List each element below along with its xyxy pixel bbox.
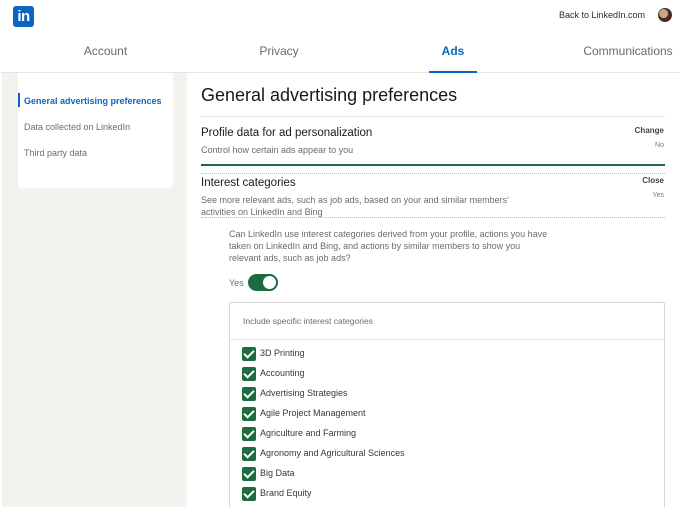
category-label: Big Data [260,468,295,478]
category-label: 3D Printing [260,348,305,358]
category-label: Advertising Strategies [260,388,348,398]
focus-outline-top [201,173,665,174]
profile-data-state: No [655,142,664,149]
tab-communications[interactable]: Communications [578,32,678,73]
left-edge-strip [0,73,2,507]
category-label: Accounting [260,368,305,378]
change-button[interactable]: Change [635,126,664,135]
sidebar-item-data-collected[interactable]: Data collected on LinkedIn [18,117,173,137]
linkedin-logo-icon[interactable]: in [13,6,34,27]
toggle-label: Yes [229,278,244,288]
category-label: Agile Project Management [260,408,366,418]
interest-categories-toggle[interactable] [248,274,278,291]
category-label: Brand Equity [260,488,312,498]
main-panel: General advertising preferences Profile … [187,73,680,507]
checkmark-icon[interactable] [242,427,256,441]
checkmark-icon[interactable] [242,367,256,381]
settings-tab-bar: Account Privacy Ads Communications [0,32,680,73]
checkmark-icon[interactable] [242,387,256,401]
interest-categories-question: Can LinkedIn use interest categories der… [229,229,548,263]
interest-categories-list: Include specific interest categories 3D … [229,302,665,507]
toggle-knob [263,276,276,289]
interest-categories-state: Yes [652,192,664,199]
tab-privacy[interactable]: Privacy [245,32,313,73]
category-label: Agronomy and Agricultural Sciences [260,448,405,458]
interest-categories-section-title[interactable]: Interest categories [201,177,296,189]
sidebar-item-general-advertising-preferences[interactable]: General advertising preferences [18,91,173,111]
checkmark-icon[interactable] [242,487,256,501]
checkmark-icon[interactable] [242,447,256,461]
tab-account[interactable]: Account [68,32,143,73]
divider [201,116,665,117]
focus-outline-bottom [201,217,665,218]
close-button[interactable]: Close [642,176,664,185]
back-to-linkedin-link[interactable]: Back to LinkedIn.com [559,10,645,20]
checkmark-icon[interactable] [242,467,256,481]
profile-data-section-description: Control how certain ads appear to you [201,145,354,155]
checkmark-icon[interactable] [242,407,256,421]
categories-header: Include specific interest categories [243,316,373,326]
category-label: Agriculture and Farming [260,428,357,438]
avatar[interactable] [658,8,672,22]
top-header: in Back to LinkedIn.com [0,0,680,32]
checkmark-icon[interactable] [242,347,256,361]
interest-categories-description: See more relevant ads, such as job ads, … [201,195,509,217]
profile-data-section-title[interactable]: Profile data for ad personalization [201,127,372,139]
section-divider [201,164,665,166]
tab-ads[interactable]: Ads [429,32,477,73]
sidebar: General advertising preferences Data col… [18,73,173,188]
sidebar-item-third-party-data[interactable]: Third party data [18,143,173,163]
divider [230,339,664,340]
page-title: General advertising preferences [201,85,458,105]
